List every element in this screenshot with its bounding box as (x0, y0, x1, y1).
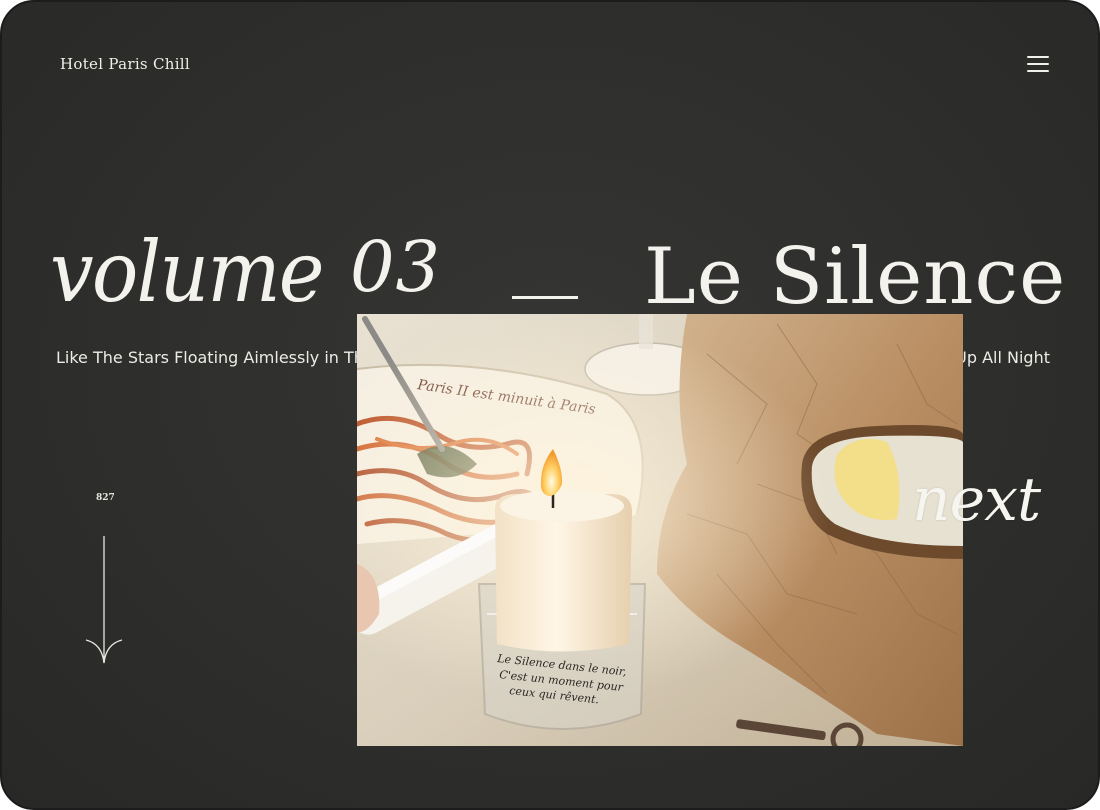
hamburger-menu-icon (1027, 56, 1049, 58)
subtitle-start: Like The Stars Floating Aimlessly in The (56, 348, 374, 367)
scroll-down-button[interactable] (84, 534, 124, 666)
next-link[interactable]: next (912, 470, 1041, 530)
brand-logo[interactable]: Hotel Paris Chill (60, 55, 190, 73)
menu-button[interactable] (1024, 52, 1052, 76)
arrow-down-icon (85, 536, 123, 664)
photo-illustration: Paris II est minuit à Paris (357, 314, 963, 746)
volume-number: 03 (350, 226, 442, 308)
subtitle-end: Up All Night (955, 348, 1050, 367)
page-title: Le Silence (644, 232, 1067, 322)
volume-word: volume (50, 223, 324, 321)
scroll-counter: 827 (96, 493, 115, 503)
candle-dinner-photo: Paris II est minuit à Paris (357, 314, 963, 746)
title-separator (512, 296, 578, 299)
page-frame: Hotel Paris Chill volume 03 Le Silence L… (0, 0, 1100, 810)
